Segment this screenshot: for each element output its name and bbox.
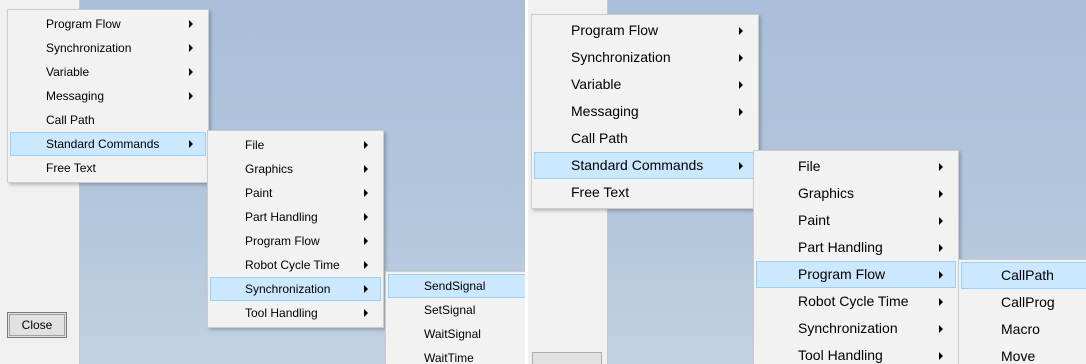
submenu-item-callprog[interactable]: CallProg bbox=[961, 289, 1086, 316]
menu-item-label: WaitTime bbox=[424, 351, 474, 364]
submenu-item-setsignal[interactable]: SetSignal bbox=[388, 298, 525, 322]
menu-item-program-flow[interactable]: Program Flow bbox=[534, 17, 756, 44]
menu-item-label: Robot Cycle Time bbox=[798, 293, 909, 309]
submenu-item-graphics[interactable]: Graphics bbox=[756, 180, 956, 207]
submenu-item-tool-handling[interactable]: Tool Handling bbox=[756, 342, 956, 364]
standard-commands-submenu: File Graphics Paint Part Handling Progra… bbox=[753, 150, 959, 364]
menu-item-free-text[interactable]: Free Text bbox=[10, 156, 206, 180]
left-screenshot: Close Program Flow Synchronization Varia… bbox=[0, 0, 525, 364]
close-button[interactable]: Close bbox=[7, 312, 67, 338]
menu-item-call-path[interactable]: Call Path bbox=[534, 125, 756, 152]
menu-item-label: Program Flow bbox=[571, 22, 659, 38]
submenu-item-robot-cycle-time[interactable]: Robot Cycle Time bbox=[210, 253, 381, 277]
menu-item-label: WaitSignal bbox=[424, 327, 481, 341]
menu-item-label: Program Flow bbox=[245, 234, 320, 248]
submenu-item-part-handling[interactable]: Part Handling bbox=[756, 234, 956, 261]
menu-item-label: Variable bbox=[46, 65, 90, 79]
menu-item-label: Program Flow bbox=[46, 17, 121, 31]
submenu-item-paint[interactable]: Paint bbox=[756, 207, 956, 234]
menu-item-label: Standard Commands bbox=[46, 137, 160, 151]
menu-item-label: Variable bbox=[571, 76, 622, 92]
menu-item-label: SetSignal bbox=[424, 303, 476, 317]
context-menu: Program Flow Synchronization Variable Me… bbox=[7, 9, 209, 183]
menu-item-label: Robot Cycle Time bbox=[245, 258, 340, 272]
submenu-item-synchronization[interactable]: Synchronization bbox=[210, 277, 381, 301]
submenu-item-macro[interactable]: Macro bbox=[961, 316, 1086, 343]
submenu-item-waitsignal[interactable]: WaitSignal bbox=[388, 322, 525, 346]
menu-item-label: Standard Commands bbox=[571, 157, 704, 173]
submenu-item-part-handling[interactable]: Part Handling bbox=[210, 205, 381, 229]
menu-item-free-text[interactable]: Free Text bbox=[534, 179, 756, 206]
menu-item-standard-commands[interactable]: Standard Commands bbox=[534, 152, 756, 179]
menu-item-label: File bbox=[798, 158, 821, 174]
context-menu: Program Flow Synchronization Variable Me… bbox=[531, 14, 759, 209]
partial-button[interactable] bbox=[532, 352, 602, 364]
program-flow-submenu: CallPath CallProg Macro Move bbox=[958, 259, 1086, 364]
submenu-item-paint[interactable]: Paint bbox=[210, 181, 381, 205]
menu-item-synchronization[interactable]: Synchronization bbox=[534, 44, 756, 71]
menu-item-program-flow[interactable]: Program Flow bbox=[10, 12, 206, 36]
menu-item-label: Synchronization bbox=[798, 320, 898, 336]
submenu-item-program-flow[interactable]: Program Flow bbox=[210, 229, 381, 253]
menu-item-label: Call Path bbox=[46, 113, 95, 127]
menu-item-label: Move bbox=[1001, 348, 1036, 364]
submenu-item-waittime[interactable]: WaitTime bbox=[388, 346, 525, 364]
menu-item-label: Messaging bbox=[46, 89, 105, 103]
menu-item-label: CallPath bbox=[1001, 267, 1054, 283]
menu-item-label: Free Text bbox=[571, 184, 630, 200]
submenu-item-move[interactable]: Move bbox=[961, 343, 1086, 364]
menu-item-label: Part Handling bbox=[798, 239, 883, 255]
menu-item-label: Tool Handling bbox=[798, 347, 883, 363]
menu-item-label: File bbox=[245, 138, 265, 152]
submenu-item-callpath[interactable]: CallPath bbox=[961, 262, 1086, 289]
menu-item-variable[interactable]: Variable bbox=[10, 60, 206, 84]
menu-item-variable[interactable]: Variable bbox=[534, 71, 756, 98]
menu-item-label: Paint bbox=[798, 212, 830, 228]
submenu-item-robot-cycle-time[interactable]: Robot Cycle Time bbox=[756, 288, 956, 315]
menu-item-label: Synchronization bbox=[245, 282, 331, 296]
synchronization-submenu: SendSignal SetSignal WaitSignal WaitTime bbox=[385, 271, 525, 364]
submenu-item-file[interactable]: File bbox=[756, 153, 956, 180]
submenu-item-program-flow[interactable]: Program Flow bbox=[756, 261, 956, 288]
menu-item-label: Program Flow bbox=[798, 266, 886, 282]
menu-item-label: Synchronization bbox=[571, 49, 671, 65]
menu-item-label: Graphics bbox=[798, 185, 855, 201]
submenu-item-file[interactable]: File bbox=[210, 133, 381, 157]
menu-item-label: Graphics bbox=[245, 162, 294, 176]
menu-item-label: SendSignal bbox=[424, 279, 486, 293]
menu-item-label: Free Text bbox=[46, 161, 96, 175]
menu-item-standard-commands[interactable]: Standard Commands bbox=[10, 132, 206, 156]
menu-item-label: Synchronization bbox=[46, 41, 132, 55]
menu-item-call-path[interactable]: Call Path bbox=[10, 108, 206, 132]
right-screenshot: Program Flow Synchronization Variable Me… bbox=[528, 0, 1086, 364]
standard-commands-submenu: File Graphics Paint Part Handling Progra… bbox=[207, 130, 384, 328]
submenu-item-sendsignal[interactable]: SendSignal bbox=[388, 274, 525, 298]
submenu-item-tool-handling[interactable]: Tool Handling bbox=[210, 301, 381, 325]
submenu-item-graphics[interactable]: Graphics bbox=[210, 157, 381, 181]
submenu-item-synchronization[interactable]: Synchronization bbox=[756, 315, 956, 342]
menu-item-label: CallProg bbox=[1001, 294, 1055, 310]
menu-item-label: Messaging bbox=[571, 103, 639, 119]
menu-item-label: Macro bbox=[1001, 321, 1040, 337]
menu-item-label: Call Path bbox=[571, 130, 628, 146]
menu-item-label: Tool Handling bbox=[245, 306, 318, 320]
menu-item-messaging[interactable]: Messaging bbox=[534, 98, 756, 125]
menu-item-label: Paint bbox=[245, 186, 273, 200]
menu-item-synchronization[interactable]: Synchronization bbox=[10, 36, 206, 60]
menu-item-messaging[interactable]: Messaging bbox=[10, 84, 206, 108]
menu-item-label: Part Handling bbox=[245, 210, 318, 224]
